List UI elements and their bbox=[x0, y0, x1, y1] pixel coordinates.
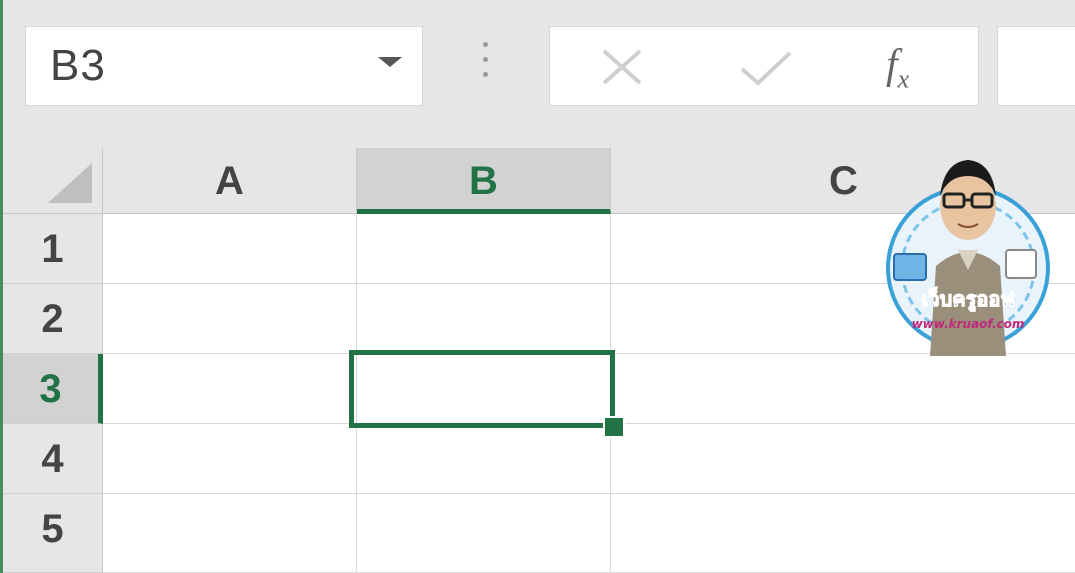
column-header-b[interactable]: B bbox=[357, 148, 611, 214]
cell-a5[interactable] bbox=[103, 494, 357, 573]
resize-handle-icon[interactable] bbox=[481, 42, 489, 88]
cell-a2[interactable] bbox=[103, 284, 357, 354]
cell-a4[interactable] bbox=[103, 424, 357, 494]
name-box-value[interactable]: B3 bbox=[50, 41, 106, 91]
row-header-2[interactable]: 2 bbox=[3, 284, 103, 354]
cell-c4[interactable] bbox=[611, 424, 1075, 494]
watermark-title: เว็บครูออฟ bbox=[921, 286, 1014, 313]
row-header-4[interactable]: 4 bbox=[3, 424, 103, 494]
select-all-triangle-icon bbox=[48, 163, 92, 203]
cell-c5[interactable] bbox=[611, 494, 1075, 573]
cell-a3[interactable] bbox=[103, 354, 357, 424]
select-all-button[interactable] bbox=[3, 148, 103, 214]
active-cell-border[interactable] bbox=[349, 350, 615, 428]
checkmark-icon[interactable] bbox=[740, 49, 792, 87]
watermark-url: www.kruaof.com bbox=[912, 317, 1025, 331]
row-header-3[interactable]: 3 bbox=[3, 354, 103, 424]
fill-handle[interactable] bbox=[603, 416, 625, 438]
column-header-a[interactable]: A bbox=[103, 148, 357, 214]
cell-a1[interactable] bbox=[103, 214, 357, 284]
formula-toolbar: B3 fx bbox=[3, 0, 1075, 148]
fx-icon[interactable]: fx bbox=[886, 41, 909, 94]
cell-b2[interactable] bbox=[357, 284, 611, 354]
watermark-logo: เว็บครูออฟ www.kruaof.com bbox=[886, 160, 1050, 356]
chevron-down-icon[interactable] bbox=[378, 57, 402, 67]
cell-c3[interactable] bbox=[611, 354, 1075, 424]
cell-b4[interactable] bbox=[357, 424, 611, 494]
cell-b5[interactable] bbox=[357, 494, 611, 573]
formula-input[interactable] bbox=[997, 26, 1075, 106]
formula-buttons: fx bbox=[549, 26, 979, 106]
row-header-5[interactable]: 5 bbox=[3, 494, 103, 573]
cell-b1[interactable] bbox=[357, 214, 611, 284]
row-header-1[interactable]: 1 bbox=[3, 214, 103, 284]
name-box[interactable]: B3 bbox=[25, 26, 423, 106]
x-icon[interactable] bbox=[600, 49, 644, 85]
